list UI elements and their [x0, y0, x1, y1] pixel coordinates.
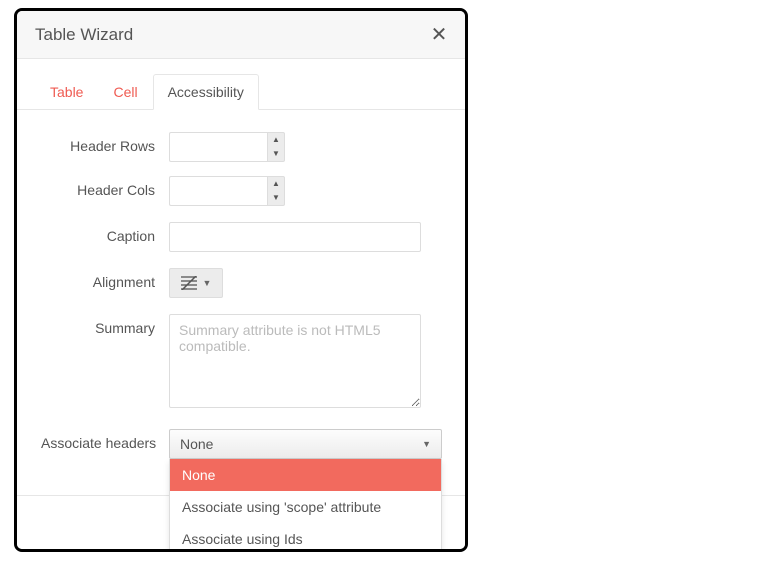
header-rows-input[interactable]	[169, 132, 267, 162]
chevron-up-icon: ▲	[272, 180, 280, 188]
tab-table[interactable]: Table	[35, 74, 98, 110]
close-icon: ✕	[431, 22, 448, 47]
row-header-rows: Header Rows ▲ ▼	[41, 132, 441, 162]
row-associate-headers: Associate headers None ▼ None Associate …	[41, 429, 441, 459]
label-alignment: Alignment	[41, 268, 169, 290]
chevron-down-icon: ▼	[203, 278, 212, 288]
header-rows-spin-buttons: ▲ ▼	[267, 132, 285, 162]
associate-headers-dropdown: None ▼ None Associate using 'scope' attr…	[169, 429, 442, 459]
form-area: Header Rows ▲ ▼ Header Cols ▲ ▼ Caption	[17, 110, 465, 469]
chevron-down-icon: ▼	[272, 150, 280, 158]
label-summary: Summary	[41, 314, 169, 336]
associate-headers-option-ids[interactable]: Associate using Ids	[170, 523, 441, 552]
row-caption: Caption	[41, 222, 441, 252]
chevron-down-icon: ▼	[422, 439, 431, 449]
summary-textarea[interactable]	[169, 314, 421, 408]
table-wizard-dialog: Table Wizard ✕ Table Cell Accessibility …	[14, 8, 468, 552]
tab-cell[interactable]: Cell	[98, 74, 152, 110]
dialog-title: Table Wizard	[35, 25, 133, 45]
header-cols-up[interactable]: ▲	[268, 177, 284, 191]
chevron-up-icon: ▲	[272, 136, 280, 144]
header-cols-down[interactable]: ▼	[268, 191, 284, 205]
align-none-icon	[181, 276, 197, 290]
label-header-cols: Header Cols	[41, 176, 169, 198]
associate-headers-option-scope[interactable]: Associate using 'scope' attribute	[170, 491, 441, 523]
tab-accessibility[interactable]: Accessibility	[153, 74, 259, 110]
chevron-down-icon: ▼	[272, 194, 280, 202]
caption-input[interactable]	[169, 222, 421, 252]
header-rows-down[interactable]: ▼	[268, 147, 284, 161]
tabs: Table Cell Accessibility	[17, 59, 465, 110]
associate-headers-list: None Associate using 'scope' attribute A…	[169, 459, 442, 552]
associate-headers-toggle[interactable]: None ▼	[169, 429, 442, 459]
header-cols-input[interactable]	[169, 176, 267, 206]
close-button[interactable]: ✕	[427, 23, 451, 47]
dialog-header: Table Wizard ✕	[17, 11, 465, 59]
header-cols-stepper: ▲ ▼	[169, 176, 285, 206]
label-header-rows: Header Rows	[41, 132, 169, 154]
header-rows-up[interactable]: ▲	[268, 133, 284, 147]
header-rows-stepper: ▲ ▼	[169, 132, 285, 162]
label-associate-headers: Associate headers	[41, 429, 169, 451]
row-summary: Summary	[41, 314, 441, 413]
row-alignment: Alignment ▼	[41, 268, 441, 298]
header-cols-spin-buttons: ▲ ▼	[267, 176, 285, 206]
associate-headers-selected: None	[180, 436, 213, 452]
associate-headers-option-none[interactable]: None	[170, 459, 441, 491]
alignment-dropdown[interactable]: ▼	[169, 268, 223, 298]
label-caption: Caption	[41, 222, 169, 244]
row-header-cols: Header Cols ▲ ▼	[41, 176, 441, 206]
